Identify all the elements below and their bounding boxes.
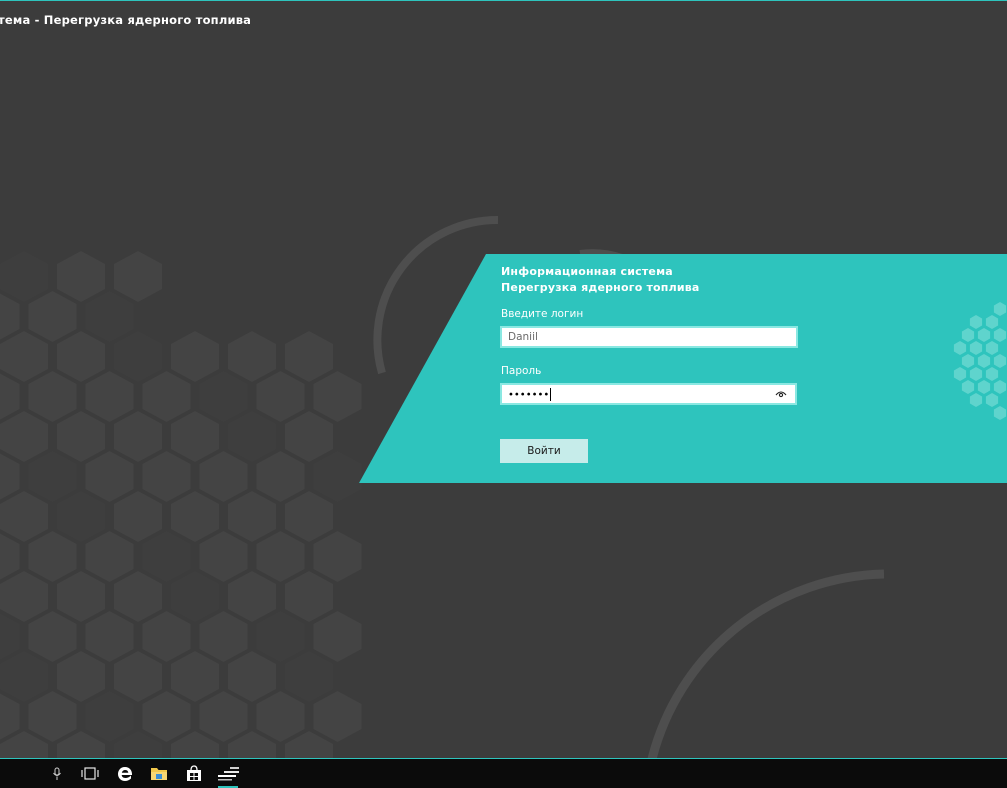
microphone-icon xyxy=(53,767,61,780)
password-value: ••••••• xyxy=(508,387,773,401)
panel-title-line1: Информационная система xyxy=(501,265,673,278)
edge-browser-icon xyxy=(118,766,133,781)
app-window: тема - Перегрузка ядерного топлива Инфор… xyxy=(0,0,1007,758)
store-icon xyxy=(187,765,201,781)
panel-title-line2: Перегрузка ядерного топлива xyxy=(501,281,700,294)
app-taskbar-button[interactable] xyxy=(211,759,245,788)
taskbar xyxy=(0,758,1007,788)
login-label: Введите логин xyxy=(501,308,584,320)
password-input[interactable]: ••••••• xyxy=(500,383,797,405)
text-caret xyxy=(550,387,552,401)
reveal-password-button[interactable] xyxy=(773,387,789,401)
login-button[interactable]: Войти xyxy=(500,439,588,463)
password-mask: ••••••• xyxy=(508,389,550,400)
app-window-icon xyxy=(218,767,239,781)
file-explorer-icon xyxy=(151,768,167,780)
task-view-button[interactable] xyxy=(73,759,107,788)
eye-icon xyxy=(775,391,787,398)
login-input[interactable] xyxy=(500,326,798,348)
cortana-mic-button[interactable] xyxy=(40,759,74,788)
edge-browser-button[interactable] xyxy=(108,759,142,788)
store-button[interactable] xyxy=(177,759,211,788)
login-panel: Информационная система Перегрузка ядерно… xyxy=(0,1,1007,758)
file-explorer-button[interactable] xyxy=(142,759,176,788)
password-label: Пароль xyxy=(501,365,542,377)
task-view-icon xyxy=(81,767,99,780)
